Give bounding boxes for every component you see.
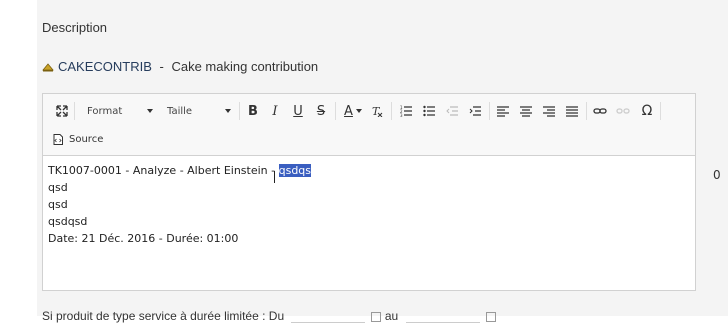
align-center-icon[interactable] (518, 102, 534, 120)
link-icon[interactable] (592, 102, 608, 120)
strike-button[interactable]: S (313, 102, 329, 120)
special-char-button[interactable]: Ω (638, 102, 656, 120)
indent-icon[interactable] (467, 102, 483, 120)
service-duration-label: Si produit de type service à durée limit… (42, 309, 285, 323)
toolbar-separator (660, 102, 661, 120)
product-icon (42, 62, 54, 71)
svg-text:3: 3 (400, 113, 403, 117)
editor-line-text: TK1007-0001 - Analyze - Albert Einstein … (48, 164, 279, 177)
chevron-down-icon (147, 109, 153, 113)
editor-line: qsd (48, 198, 68, 211)
italic-button[interactable]: I (267, 102, 283, 120)
format-dropdown[interactable]: Format (81, 102, 153, 120)
bold-button[interactable]: B (245, 102, 261, 120)
source-icon (53, 133, 63, 145)
product-label: Cake making contribution (171, 59, 319, 74)
outdent-icon[interactable] (444, 102, 460, 120)
size-dropdown[interactable]: Taille (161, 102, 231, 120)
description-editor[interactable]: Format Taille B I U S A T 123 Ω Source T… (42, 93, 696, 291)
product-separator: - (155, 59, 168, 74)
side-value: 0 (713, 168, 721, 182)
editor-line: Date: 21 Déc. 2016 - Durée: 01:00 (48, 232, 239, 245)
editor-line: qsdqsd (48, 215, 88, 228)
editor-line: qsd (48, 181, 68, 194)
date-to-label: au (384, 309, 399, 323)
toolbar-separator (335, 102, 336, 120)
editor-content[interactable]: TK1007-0001 - Analyze - Albert Einstein … (48, 162, 312, 247)
align-left-icon[interactable] (495, 102, 511, 120)
text-cursor (274, 171, 275, 183)
calendar-icon[interactable] (371, 311, 382, 322)
justify-icon[interactable] (564, 102, 580, 120)
size-dropdown-label: Taille (167, 105, 193, 117)
toolbar-separator (586, 102, 587, 120)
remove-format-icon[interactable]: T (369, 102, 385, 120)
chevron-down-icon (355, 109, 362, 113)
selected-text: qsdqs (278, 164, 312, 177)
editor-toolbar: Format Taille B I U S A T 123 Ω Source (43, 94, 695, 156)
unlink-icon[interactable] (615, 102, 631, 120)
align-right-icon[interactable] (541, 102, 557, 120)
source-button[interactable]: Source (53, 130, 103, 148)
maximize-icon[interactable] (54, 102, 70, 120)
toolbar-separator (489, 102, 490, 120)
bulleted-list-icon[interactable] (421, 102, 437, 120)
chevron-down-icon (225, 109, 231, 113)
toolbar-separator (74, 102, 75, 120)
source-button-label: Source (69, 133, 104, 145)
numbered-list-icon[interactable]: 123 (398, 102, 414, 120)
toolbar-separator (391, 102, 392, 120)
format-dropdown-label: Format (87, 105, 123, 117)
product-line: CAKECONTRIB - Cake making contribution (42, 59, 318, 74)
product-ref-link[interactable]: CAKECONTRIB (58, 59, 152, 74)
editor-line: TK1007-0001 - Analyze - Albert Einstein … (48, 162, 312, 179)
description-label: Description (42, 20, 108, 35)
text-color-button[interactable]: A (341, 102, 365, 120)
calendar-icon[interactable] (485, 311, 496, 322)
toolbar-separator (239, 102, 240, 120)
underline-button[interactable]: U (290, 102, 306, 120)
text-color-icon: A (344, 103, 353, 119)
